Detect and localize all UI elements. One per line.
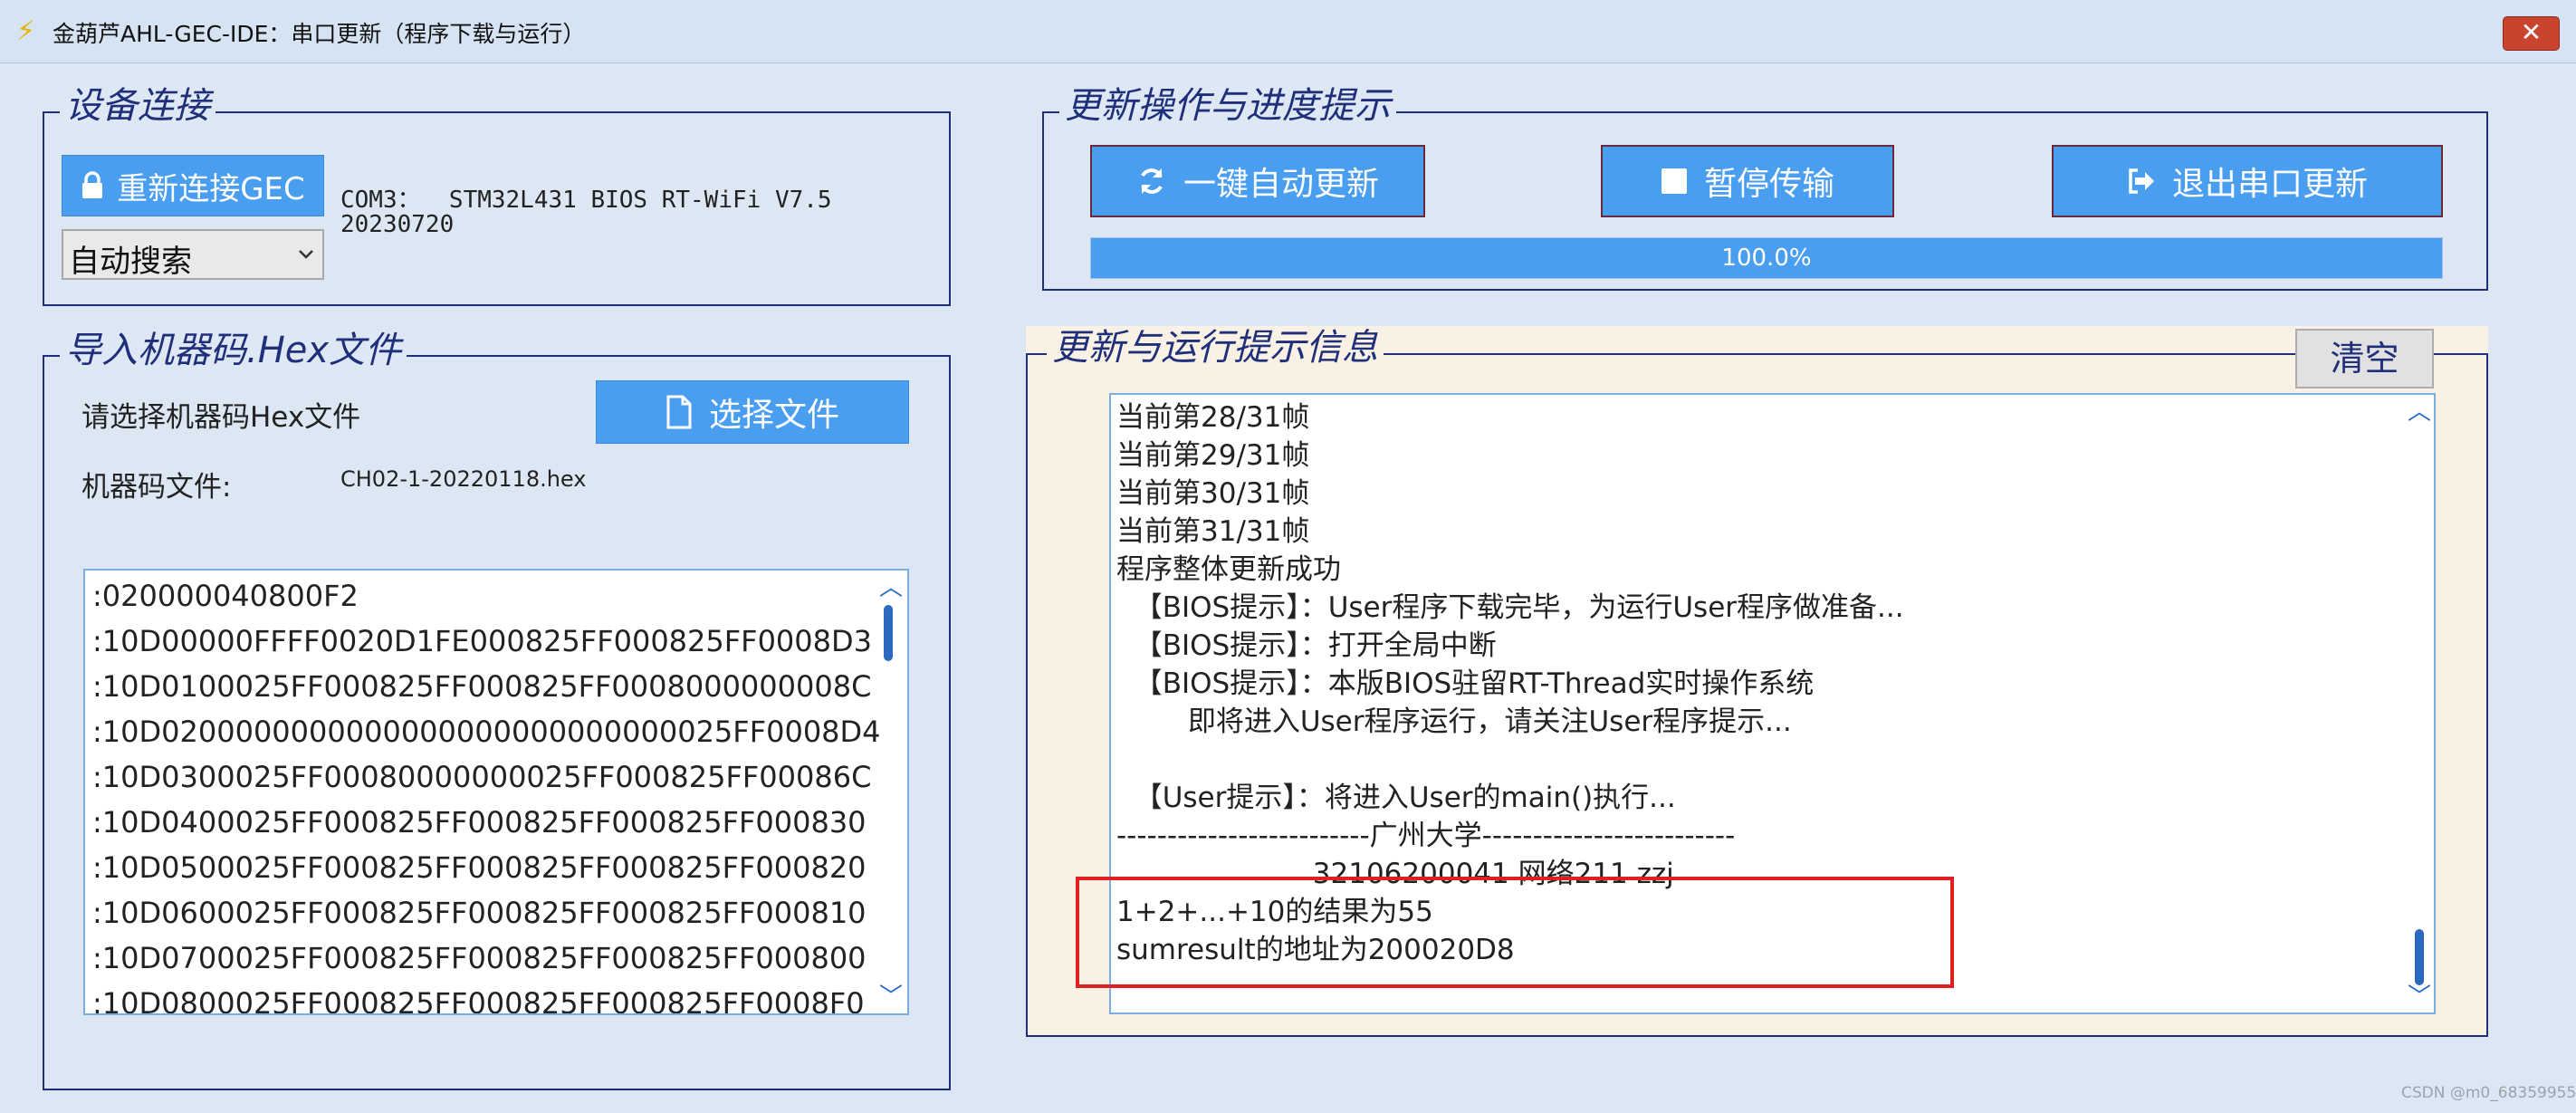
hex-line: :10D0200000000000000000000000000025FF000… bbox=[92, 715, 881, 749]
log-line: 【BIOS提示】：本版BIOS驻留RT-Thread实时操作系统 bbox=[1116, 667, 1815, 700]
hex-content-box[interactable]: :020000040800F2 :10D00000FFFF0020D1FE0008… bbox=[83, 569, 909, 1015]
import-hex-legend: 导入机器码.Hex文件 bbox=[60, 330, 407, 371]
log-line: 【BIOS提示】：User程序下载完毕，为运行User程序做准备... bbox=[1116, 591, 1904, 624]
progress-text: 100.0% bbox=[1721, 245, 1812, 272]
hex-scrollbar-thumb[interactable] bbox=[884, 605, 893, 661]
log-line: 当前第29/31帧 bbox=[1116, 439, 1310, 472]
chevron-down-icon bbox=[299, 250, 313, 259]
reconnect-gec-label: 重新连接GEC bbox=[117, 170, 305, 207]
choose-file-button[interactable]: 选择文件 bbox=[596, 380, 909, 444]
log-scrollbar-thumb[interactable] bbox=[2415, 929, 2424, 985]
auto-update-button[interactable]: 一键自动更新 bbox=[1090, 145, 1425, 217]
choose-file-label: 选择文件 bbox=[708, 397, 839, 434]
hex-line: :10D0700025FF000825FF000825FF000825FF000… bbox=[92, 941, 867, 975]
hex-line: :10D00000FFFF0020D1FE000825FF000825FF000… bbox=[92, 624, 872, 658]
hex-line: :10D0600025FF000825FF000825FF000825FF000… bbox=[92, 896, 867, 930]
window-title: 金葫芦AHL-GEC-IDE：串口更新（程序下载与运行） bbox=[53, 21, 586, 47]
scroll-up-icon[interactable]: ︿ bbox=[879, 576, 903, 600]
search-mode-value: 自动搜索 bbox=[69, 244, 192, 280]
log-line: 程序整体更新成功 bbox=[1116, 553, 1341, 586]
log-legend: 更新与运行提示信息 bbox=[1047, 327, 1384, 369]
exit-serial-update-button[interactable]: 退出串口更新 bbox=[2052, 145, 2443, 217]
hex-line: :10D0100025FF000825FF000825FF00080000000… bbox=[92, 669, 872, 704]
search-mode-select[interactable]: 自动搜索 bbox=[62, 229, 324, 280]
pause-transfer-button[interactable]: 暂停传输 bbox=[1601, 145, 1894, 217]
exit-serial-update-label: 退出串口更新 bbox=[2171, 166, 2368, 203]
progress-bar: 100.0% bbox=[1090, 237, 2443, 279]
log-scroll-down-icon[interactable]: ﹀ bbox=[2408, 985, 2431, 1009]
log-line: 【User提示】：将进入User的main()执行... bbox=[1116, 782, 1676, 814]
reconnect-gec-button[interactable]: 重新连接GEC bbox=[62, 155, 324, 216]
scroll-down-icon[interactable]: ﹀ bbox=[879, 985, 903, 1009]
refresh-icon bbox=[1141, 168, 1163, 194]
log-line: 当前第31/31帧 bbox=[1116, 515, 1310, 548]
highlight-annotation bbox=[1076, 877, 1954, 988]
hex-lines: :020000040800F2 :10D00000FFFF0020D1FE0008… bbox=[85, 573, 882, 1015]
log-scroll-up-icon[interactable]: ︿ bbox=[2408, 400, 2431, 424]
hex-line: :10D0500025FF000825FF000825FF000825FF000… bbox=[92, 850, 867, 885]
hex-line: :10D0300025FF00080000000025FF000825FF000… bbox=[92, 760, 872, 794]
log-line: -------------------------广州大学-----------… bbox=[1116, 820, 1736, 852]
hex-line: :10D0800025FF000825FF000825FF000825FF000… bbox=[92, 986, 865, 1015]
hex-line: :020000040800F2 bbox=[92, 579, 359, 613]
sign-out-icon bbox=[2129, 168, 2154, 194]
clear-button[interactable]: 清空 bbox=[2295, 329, 2434, 389]
close-button[interactable]: ✕ bbox=[2503, 16, 2560, 51]
file-icon bbox=[666, 395, 692, 429]
machine-code-file-name: CH02-1-20220118.hex bbox=[340, 466, 587, 492]
hex-line: :10D0400025FF000825FF000825FF000825FF000… bbox=[92, 805, 867, 840]
lock-icon bbox=[82, 171, 103, 198]
watermark: CSDN @m0_68359955 bbox=[2401, 1084, 2576, 1102]
log-line: 当前第28/31帧 bbox=[1116, 401, 1310, 434]
log-line: 当前第30/31帧 bbox=[1116, 477, 1310, 510]
lightning-icon: ⚡ bbox=[16, 15, 36, 47]
log-line: 即将进入User程序运行，请关注User程序提示... bbox=[1116, 705, 1792, 738]
stop-icon bbox=[1661, 168, 1687, 194]
device-connection-legend: 设备连接 bbox=[60, 85, 215, 127]
pause-transfer-label: 暂停传输 bbox=[1703, 166, 1834, 203]
choose-hex-prompt: 请选择机器码Hex文件 bbox=[81, 401, 361, 434]
machine-code-file-label: 机器码文件: bbox=[81, 471, 232, 504]
update-operation-legend: 更新操作与进度提示 bbox=[1059, 85, 1396, 127]
port-info-line1: COM3： STM32L431 BIOS RT-WiFi V7.5 bbox=[340, 187, 832, 214]
port-info-line2: 20230720 bbox=[340, 211, 455, 238]
auto-update-label: 一键自动更新 bbox=[1183, 166, 1379, 203]
log-line: 【BIOS提示】：打开全局中断 bbox=[1116, 629, 1497, 662]
